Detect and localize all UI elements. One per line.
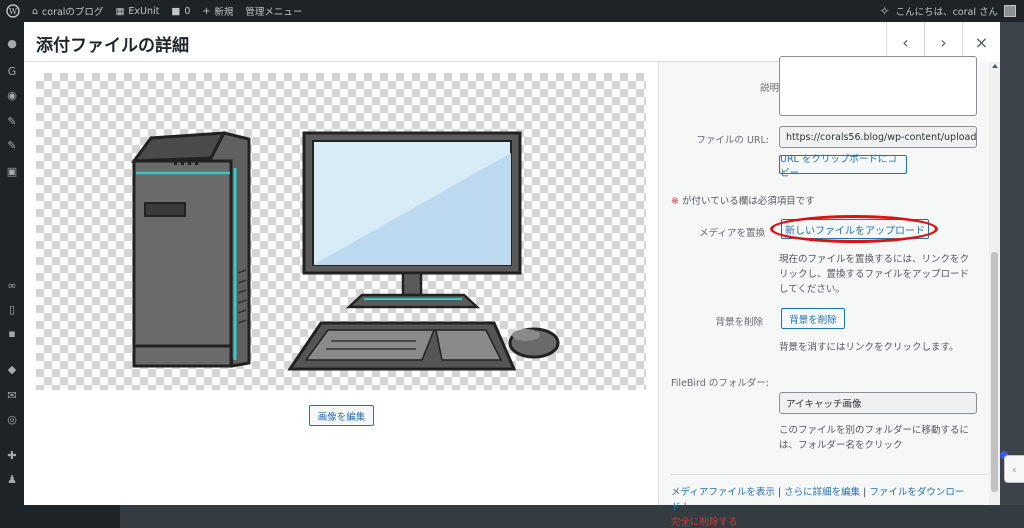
user-icon[interactable]: ♟ — [6, 474, 18, 486]
link-icon[interactable]: ∞ — [6, 280, 18, 292]
copy-url-button[interactable]: URL をクリップボードにコピー — [779, 154, 907, 179]
sparkle-icon[interactable]: ✧ — [880, 4, 890, 18]
greeting[interactable]: こんにちは、coral さん — [896, 4, 998, 18]
highlight-ellipse — [770, 215, 938, 243]
appearance-icon[interactable]: ◆ — [6, 364, 18, 376]
remove-background-description: 背景を消すにはリンクをクリックします。 — [779, 342, 959, 353]
filebird-folder-label: FileBird のフォルダー: — [671, 378, 770, 389]
avatar[interactable] — [1004, 5, 1016, 17]
remove-background-button[interactable]: 背景を削除 — [781, 308, 845, 329]
file-url-field[interactable]: https://corals56.blog/wp-content/uploads — [779, 126, 977, 148]
attachment-info-sidebar: 説明 ファイルの URL: https://corals56.blog/wp-c… — [658, 56, 1000, 528]
file-url-label: ファイルの URL: — [696, 135, 769, 146]
comment-icon: ■ — [171, 5, 181, 17]
exunit-link[interactable]: ▦ ExUnit — [109, 0, 165, 22]
description-textarea[interactable] — [779, 56, 977, 116]
plus-icon: + — [202, 5, 211, 17]
required-note: ※ が付いている欄は必須項目です — [671, 196, 815, 207]
delete-permanently-link[interactable]: 完全に削除する — [671, 517, 738, 528]
pin-icon-2[interactable]: ✎ — [6, 140, 18, 152]
divider — [671, 474, 987, 475]
comments-icon[interactable]: ▪ — [6, 328, 18, 340]
modal-title: 添付ファイルの詳細 — [36, 36, 189, 56]
home-icon: ⌂ — [32, 5, 39, 17]
circle-icon[interactable]: ◉ — [6, 90, 18, 102]
admin-menu-link[interactable]: 管理メニュー — [239, 0, 308, 22]
drive-bay — [144, 202, 186, 217]
monitor-stand — [345, 293, 481, 309]
page-icon[interactable]: ▯ — [6, 304, 18, 316]
mail-icon[interactable]: ✉ — [6, 390, 18, 402]
close-icon: × — [974, 32, 989, 52]
monitor-neck — [401, 271, 423, 297]
site-name-link[interactable]: ⌂ coralのブログ — [26, 0, 109, 22]
sidebar-scrollbar[interactable] — [989, 62, 1000, 505]
remove-background-label: 背景を削除 — [715, 317, 763, 328]
attachment-actions: メディアファイルを表示 | さらに詳細を編集 | ファイルをダウンロード | 完… — [671, 487, 965, 528]
wordpress-icon[interactable]: W — [0, 0, 26, 22]
admin-side-menu: ● G ◉ ✎ ✎ ▣ ∞ ▯ ▪ ◆ ✉ ◎ ✚ ♟ — [0, 22, 24, 528]
collapse-tab[interactable]: ‹ — [1004, 455, 1024, 483]
media-icon[interactable]: ▣ — [6, 166, 18, 178]
settings-icon[interactable]: ◎ — [6, 414, 18, 426]
filebird-description: このファイルを別のフォルダーに移動するに は、フォルダー名をクリック — [779, 425, 970, 451]
chevron-left-icon: ‹ — [902, 32, 909, 52]
edit-image-button[interactable]: 画像を編集 — [309, 405, 374, 426]
filebird-folder-field[interactable]: アイキャッチ画像 — [779, 392, 977, 414]
comments-link[interactable]: ■ 0 — [165, 0, 196, 22]
scroll-thumb[interactable] — [991, 252, 998, 492]
attachment-details-modal: 添付ファイルの詳細 ‹ › × 画像を編集 説明 ファイルの URL: http… — [24, 22, 1000, 528]
replace-media-label: メディアを置換 — [699, 228, 765, 239]
pin-icon[interactable]: ✎ — [6, 116, 18, 128]
desktop-computer-illustration — [130, 131, 560, 371]
tower-front — [132, 159, 233, 368]
scroll-up-arrow[interactable] — [992, 64, 998, 68]
chevron-right-icon: › — [940, 32, 947, 52]
view-media-file-link[interactable]: メディアファイルを表示 — [671, 487, 775, 498]
description-label: 説明 — [759, 83, 779, 94]
dashboard-icon[interactable]: ● — [6, 38, 18, 50]
svg-text:W: W — [9, 7, 18, 16]
grid-icon: ▦ — [115, 5, 125, 17]
chevron-left-icon: ‹ — [1012, 462, 1017, 476]
image-preview — [36, 73, 646, 390]
replace-description: 現在のファイルを置換するには、リンクをク リックし、置換するファイルをアップロー… — [779, 254, 970, 295]
admin-bar: W ⌂ coralのブログ ▦ ExUnit ■ 0 + 新規 管理メニュー ✧… — [0, 0, 1024, 22]
background-overlay — [1000, 22, 1024, 505]
new-content-link[interactable]: + 新規 — [196, 0, 239, 22]
g-icon[interactable]: G — [6, 66, 18, 78]
edit-more-details-link[interactable]: さらに詳細を編集 — [784, 487, 860, 498]
tools-icon[interactable]: ✚ — [6, 450, 18, 462]
